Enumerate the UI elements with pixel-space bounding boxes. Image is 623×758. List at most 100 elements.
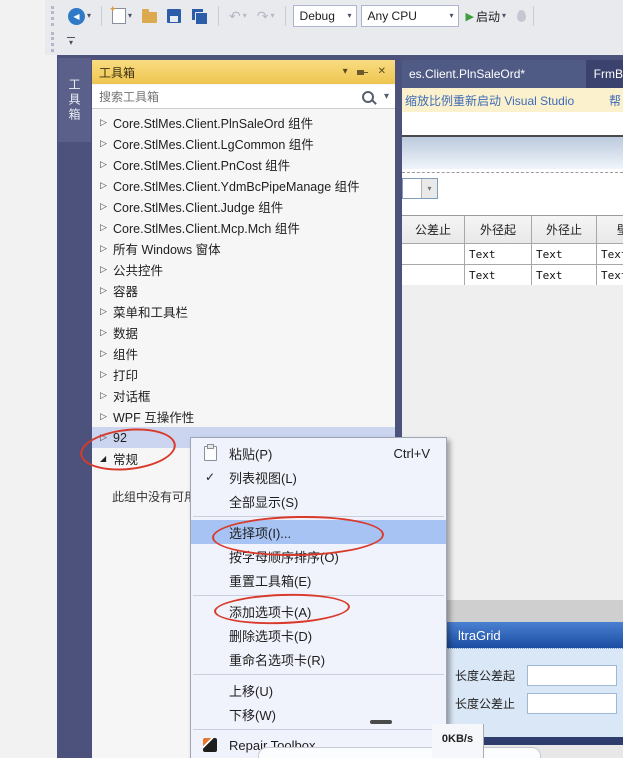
toolbar-grip[interactable]: [51, 32, 58, 52]
sidebar-tab-toolbox[interactable]: 工具箱: [58, 58, 91, 142]
length-tolerance-end-input[interactable]: [527, 693, 617, 714]
expander-icon[interactable]: ▷: [100, 390, 113, 401]
solution-platform-combo[interactable]: Any CPU ▾: [361, 5, 459, 27]
expander-icon[interactable]: ▷: [100, 201, 113, 212]
tab-frmb[interactable]: FrmB: [594, 60, 623, 88]
infobar-message: 缩放比例重新启动 Visual Studio: [402, 92, 574, 109]
save-all-button[interactable]: [188, 6, 211, 26]
field-row: 长度公差起: [455, 665, 617, 686]
designer-dashed-line: [402, 172, 623, 173]
expander-icon[interactable]: ▷: [100, 243, 113, 254]
toolbox-group[interactable]: ▷对话框: [92, 385, 395, 406]
expander-icon[interactable]: ▷: [100, 411, 113, 422]
chevron-down-icon: ▾: [271, 12, 275, 20]
grid-cell: [402, 244, 465, 265]
toolbox-group[interactable]: ▷Core.StlMes.Client.YdmBcPipeManage 组件: [92, 175, 395, 196]
new-item-icon: [112, 8, 126, 24]
solution-configuration-combo[interactable]: Debug ▾: [293, 5, 357, 27]
menu-gutter: ✓: [191, 470, 229, 484]
paste-icon: [204, 446, 217, 461]
grid-cell: Text: [597, 244, 623, 265]
check-icon: ✓: [205, 470, 215, 484]
toolbox-group[interactable]: ▷Core.StlMes.Client.LgCommon 组件: [92, 133, 395, 154]
menu-item-reset-toolbox[interactable]: 重置工具箱(E): [191, 568, 446, 592]
toolbox-group[interactable]: ▷Core.StlMes.Client.Mcp.Mch 组件: [92, 217, 395, 238]
network-speed-overlay: 0KB/s: [432, 724, 484, 758]
chevron-down-icon: ▾: [450, 12, 454, 20]
sidebar-tab-label: 工具箱: [66, 78, 83, 123]
menu-item-move-down[interactable]: 下移(W): [191, 702, 446, 726]
search-input[interactable]: [92, 90, 362, 104]
toolbox-group[interactable]: ▷Core.StlMes.Client.PnCost 组件: [92, 154, 395, 175]
toolbar-overflow-button[interactable]: ▾: [67, 37, 75, 47]
toolbox-group[interactable]: ▷所有 Windows 窗体: [92, 238, 395, 259]
expander-icon[interactable]: ▷: [100, 138, 113, 149]
search-icon[interactable]: [362, 91, 374, 103]
expander-icon[interactable]: ▷: [100, 285, 113, 296]
expander-icon[interactable]: ▷: [100, 348, 113, 359]
open-file-button[interactable]: [139, 7, 160, 25]
toolbox-group[interactable]: ▷数据: [92, 322, 395, 343]
expander-icon[interactable]: ▷: [100, 264, 113, 275]
close-icon[interactable]: ✕: [378, 67, 386, 77]
save-button[interactable]: [164, 7, 184, 25]
save-all-icon: [191, 8, 208, 24]
toolbox-group[interactable]: ▷菜单和工具栏: [92, 301, 395, 322]
toolbox-group[interactable]: ▷公共控件: [92, 259, 395, 280]
toolbox-group[interactable]: ▷Core.StlMes.Client.PlnSaleOrd 组件: [92, 112, 395, 133]
menu-separator: [193, 729, 444, 730]
toolbar-grip[interactable]: [51, 6, 58, 26]
chevron-down-icon[interactable]: ▾: [502, 12, 506, 20]
redo-button[interactable]: ↷ ▾: [254, 7, 278, 25]
chevron-down-icon[interactable]: ▾: [384, 92, 389, 102]
chevron-down-icon[interactable]: ▾: [128, 12, 132, 20]
menu-item-list-view[interactable]: ✓ 列表视图(L): [191, 465, 446, 489]
pin-icon[interactable]: [357, 70, 368, 75]
infobar-help-link[interactable]: 帮: [609, 92, 621, 109]
expander-icon[interactable]: ▷: [100, 180, 113, 191]
expander-icon[interactable]: ▷: [100, 159, 113, 170]
grid-row: Text Text Text: [402, 244, 623, 265]
designer-combobox[interactable]: ▾: [402, 178, 438, 199]
chevron-down-icon: ▾: [348, 12, 352, 20]
navigate-back-button[interactable]: ◀ ▾: [65, 6, 94, 27]
grid-cell: Text: [532, 244, 597, 265]
expander-icon[interactable]: ▷: [100, 306, 113, 317]
length-tolerance-start-input[interactable]: [527, 665, 617, 686]
menu-item-paste[interactable]: 粘贴(P) Ctrl+V: [191, 441, 446, 465]
toolbox-group[interactable]: ▷打印: [92, 364, 395, 385]
tab-plnsaleord[interactable]: es.Client.PlnSaleOrd*: [402, 60, 586, 88]
scaling-infobar: 缩放比例重新启动 Visual Studio 帮: [402, 88, 623, 112]
grid-header-cell: 公差止: [402, 216, 465, 244]
vs-window: ◀ ▾ ▾ ↶ ▾ ↷ ▾: [0, 0, 623, 758]
undo-button[interactable]: ↶ ▾: [226, 7, 250, 25]
toolbox-group[interactable]: ▷WPF 互操作性: [92, 406, 395, 427]
toolbox-search-row: ▾: [92, 85, 395, 109]
grid-header-cell: 外径起: [465, 216, 532, 244]
network-speed-value: 0KB/s: [442, 733, 473, 758]
toolbox-group[interactable]: ▷容器: [92, 280, 395, 301]
expander-icon[interactable]: ▷: [100, 117, 113, 128]
menu-item-delete-tab[interactable]: 删除选项卡(D): [191, 623, 446, 647]
toolbox-group[interactable]: ▷Core.StlMes.Client.Judge 组件: [92, 196, 395, 217]
expander-icon[interactable]: ▷: [100, 222, 113, 233]
menu-item-move-up[interactable]: 上移(U): [191, 678, 446, 702]
start-debug-button[interactable]: ▶ 启动 ▾: [463, 6, 510, 27]
toolbox-header: 工具箱 ▾ ✕: [92, 60, 395, 84]
grid-cell: Text: [465, 244, 532, 265]
combo-dropdown-button[interactable]: ▾: [421, 179, 437, 198]
toolbox-group[interactable]: ▷组件: [92, 343, 395, 364]
window-position-icon[interactable]: ▾: [343, 67, 348, 77]
new-item-button[interactable]: ▾: [109, 6, 135, 26]
redo-icon: ↷: [257, 9, 269, 23]
menu-item-rename-tab[interactable]: 重命名选项卡(R): [191, 647, 446, 671]
chevron-down-icon[interactable]: ▾: [87, 12, 91, 20]
menu-item-show-all[interactable]: 全部显示(S): [191, 489, 446, 513]
toolbar-separator: [285, 6, 286, 26]
menu-gutter: [191, 446, 229, 461]
expander-icon[interactable]: ▷: [100, 327, 113, 338]
back-icon: ◀: [68, 8, 85, 25]
expander-icon[interactable]: ▷: [100, 369, 113, 380]
grid-row: Text Text Text: [402, 265, 623, 286]
grid-cell: Text: [532, 265, 597, 286]
